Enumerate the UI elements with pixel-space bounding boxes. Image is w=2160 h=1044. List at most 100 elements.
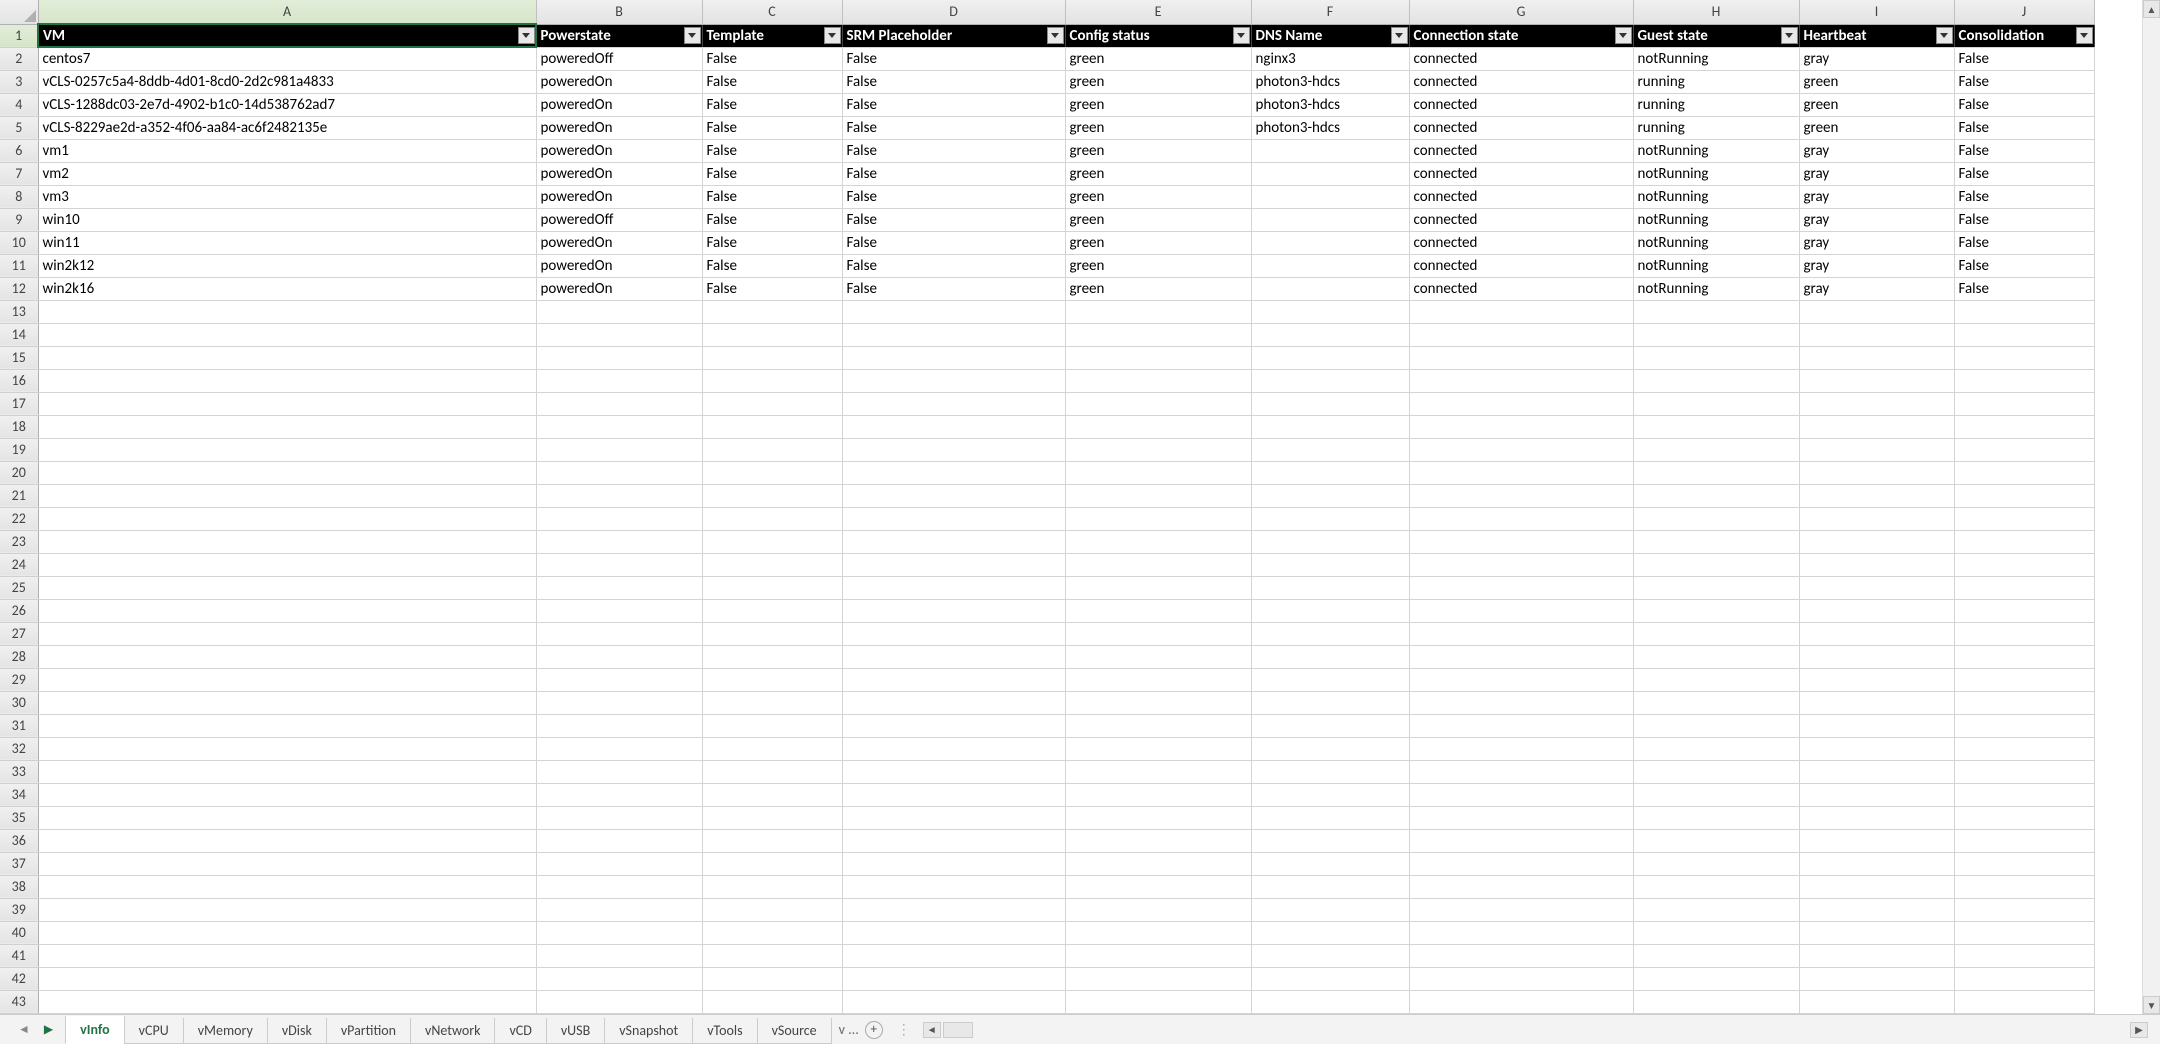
sheet-tab-vnetwork[interactable]: vNetwork [410,1018,495,1044]
cell-E20[interactable] [1065,461,1251,484]
cell-I19[interactable] [1799,438,1954,461]
cell-C34[interactable] [702,783,842,806]
sheet-tab-vcpu[interactable]: vCPU [124,1018,184,1044]
cell-B34[interactable] [536,783,702,806]
cell-I22[interactable] [1799,507,1954,530]
cell-C43[interactable] [702,990,842,1013]
cell-G40[interactable] [1409,921,1633,944]
cell-B11[interactable]: poweredOn [536,254,702,277]
row-header-36[interactable]: 36 [0,829,38,852]
tab-nav-next[interactable]: ▶ [40,1020,57,1039]
cell-J19[interactable] [1954,438,2094,461]
col-header-E[interactable]: E [1065,0,1251,24]
cell-E24[interactable] [1065,553,1251,576]
cell-A41[interactable] [38,944,536,967]
cell-I23[interactable] [1799,530,1954,553]
cell-H22[interactable] [1633,507,1799,530]
cell-B8[interactable]: poweredOn [536,185,702,208]
cell-H11[interactable]: notRunning [1633,254,1799,277]
table-header-guest-state[interactable]: Guest state [1633,24,1799,47]
cell-C36[interactable] [702,829,842,852]
cell-A17[interactable] [38,392,536,415]
cell-G34[interactable] [1409,783,1633,806]
cell-F16[interactable] [1251,369,1409,392]
cell-D42[interactable] [842,967,1065,990]
cell-G13[interactable] [1409,300,1633,323]
cell-A27[interactable] [38,622,536,645]
row-header-29[interactable]: 29 [0,668,38,691]
cell-J38[interactable] [1954,875,2094,898]
cell-A12[interactable]: win2k16 [38,277,536,300]
row-header-37[interactable]: 37 [0,852,38,875]
cell-A20[interactable] [38,461,536,484]
cell-D15[interactable] [842,346,1065,369]
cell-F21[interactable] [1251,484,1409,507]
cell-H38[interactable] [1633,875,1799,898]
cell-I39[interactable] [1799,898,1954,921]
cell-I6[interactable]: gray [1799,139,1954,162]
cell-F22[interactable] [1251,507,1409,530]
cell-B6[interactable]: poweredOn [536,139,702,162]
row-header-24[interactable]: 24 [0,553,38,576]
cell-J8[interactable]: False [1954,185,2094,208]
cell-G30[interactable] [1409,691,1633,714]
cell-D40[interactable] [842,921,1065,944]
cell-J23[interactable] [1954,530,2094,553]
cell-G2[interactable]: connected [1409,47,1633,70]
cell-A11[interactable]: win2k12 [38,254,536,277]
cell-D12[interactable]: False [842,277,1065,300]
cell-D35[interactable] [842,806,1065,829]
table-header-vm[interactable]: VM [38,24,536,47]
cell-B38[interactable] [536,875,702,898]
tab-nav-prev[interactable]: ◄ [14,1020,34,1039]
table-header-powerstate[interactable]: Powerstate [536,24,702,47]
cell-F37[interactable] [1251,852,1409,875]
cell-C3[interactable]: False [702,70,842,93]
cell-E36[interactable] [1065,829,1251,852]
cell-F25[interactable] [1251,576,1409,599]
cell-J15[interactable] [1954,346,2094,369]
cell-D13[interactable] [842,300,1065,323]
cell-F10[interactable] [1251,231,1409,254]
row-header-13[interactable]: 13 [0,300,38,323]
cell-J30[interactable] [1954,691,2094,714]
cell-G6[interactable]: connected [1409,139,1633,162]
cell-F26[interactable] [1251,599,1409,622]
cell-D24[interactable] [842,553,1065,576]
horizontal-scrollbar[interactable]: ◄ ▶ [917,1022,2154,1038]
cell-H3[interactable]: running [1633,70,1799,93]
cell-A31[interactable] [38,714,536,737]
row-header-41[interactable]: 41 [0,944,38,967]
cell-D27[interactable] [842,622,1065,645]
cell-G25[interactable] [1409,576,1633,599]
row-header-5[interactable]: 5 [0,116,38,139]
row-header-40[interactable]: 40 [0,921,38,944]
scroll-left-arrow[interactable]: ◄ [923,1022,941,1038]
cell-G20[interactable] [1409,461,1633,484]
cell-B40[interactable] [536,921,702,944]
cell-G9[interactable]: connected [1409,208,1633,231]
cell-J33[interactable] [1954,760,2094,783]
cell-A30[interactable] [38,691,536,714]
cell-B18[interactable] [536,415,702,438]
cell-I32[interactable] [1799,737,1954,760]
cell-E5[interactable]: green [1065,116,1251,139]
cell-E43[interactable] [1065,990,1251,1013]
cell-E23[interactable] [1065,530,1251,553]
cell-D2[interactable]: False [842,47,1065,70]
cell-D3[interactable]: False [842,70,1065,93]
cell-H25[interactable] [1633,576,1799,599]
cell-G42[interactable] [1409,967,1633,990]
cell-E19[interactable] [1065,438,1251,461]
cell-C5[interactable]: False [702,116,842,139]
cell-J36[interactable] [1954,829,2094,852]
cell-I25[interactable] [1799,576,1954,599]
cell-G38[interactable] [1409,875,1633,898]
row-header-21[interactable]: 21 [0,484,38,507]
cell-C10[interactable]: False [702,231,842,254]
row-header-8[interactable]: 8 [0,185,38,208]
cell-E33[interactable] [1065,760,1251,783]
row-header-3[interactable]: 3 [0,70,38,93]
cell-D36[interactable] [842,829,1065,852]
cell-E35[interactable] [1065,806,1251,829]
